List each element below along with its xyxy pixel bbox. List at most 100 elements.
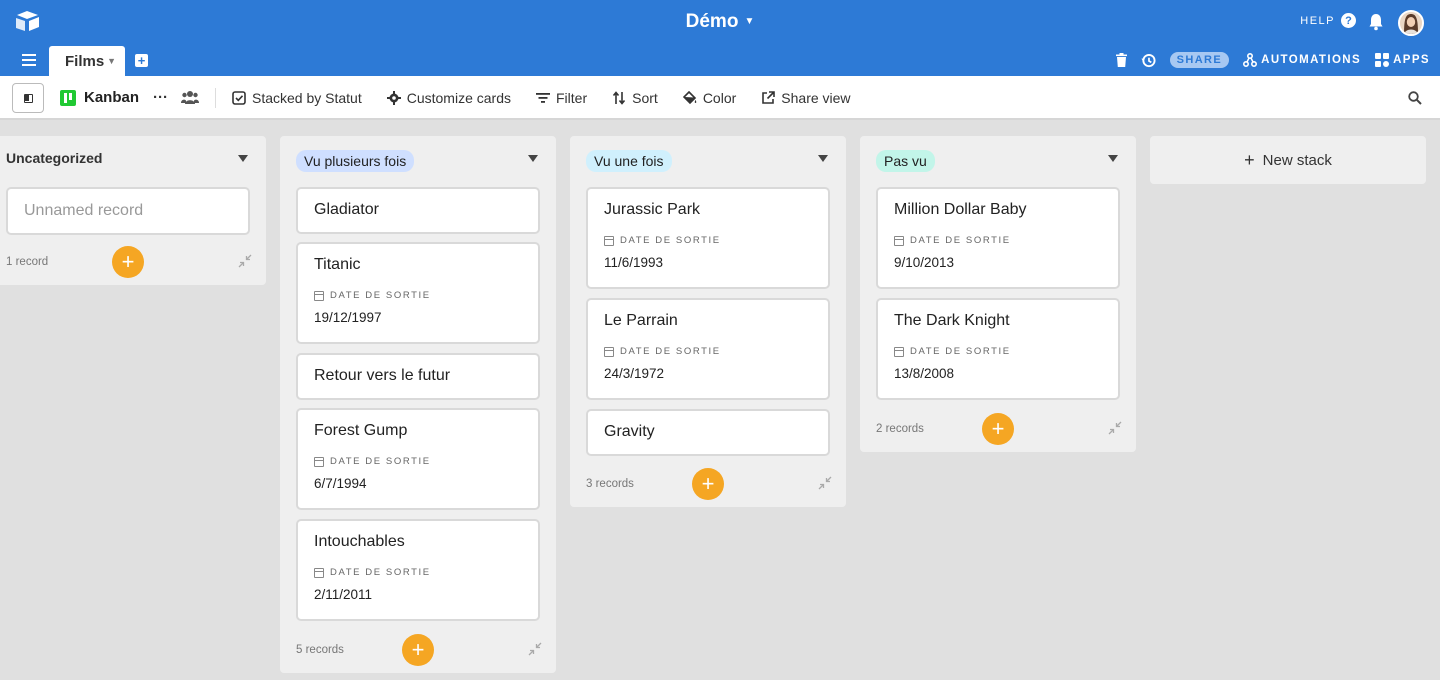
field-label-text: DATE DE SORTIE <box>910 235 1011 246</box>
filter-label: Filter <box>556 90 588 106</box>
question-icon: ? <box>1341 13 1356 28</box>
share-button[interactable]: SHARE <box>1169 52 1230 68</box>
field-value: 24/3/1972 <box>604 366 665 381</box>
add-record-button[interactable]: + <box>982 413 1014 445</box>
automations-button[interactable]: AUTOMATIONS <box>1243 53 1361 67</box>
record-card[interactable]: Forest Gump DATE DE SORTIE 6/7/1994 <box>296 408 540 510</box>
apps-button[interactable]: APPS <box>1375 53 1430 67</box>
chevron-down-icon[interactable] <box>1108 155 1118 162</box>
top-bar: Démo ▼ HELP ? Films ▼ + SHARE AUTOMATIONS <box>0 0 1440 76</box>
apps-label: APPS <box>1393 54 1430 66</box>
field-label: DATE DE SORTIE <box>314 290 431 301</box>
filter-button[interactable]: Filter <box>536 90 587 106</box>
stack-vu-plusieurs-fois: Vu plusieurs fois Gladiator Titanic DATE… <box>280 136 556 673</box>
calendar-icon <box>894 346 904 357</box>
card-title: Jurassic Park <box>604 201 701 218</box>
stack-uncategorized: Uncategorized Unnamed record 1 record + <box>0 136 266 285</box>
kanban-icon <box>60 89 76 106</box>
more-options-icon[interactable]: ··· <box>153 89 168 106</box>
sort-button[interactable]: Sort <box>612 90 658 106</box>
filter-icon <box>536 93 550 103</box>
stacked-by-label: Stacked by Statut <box>252 90 362 106</box>
field-value: 19/12/1997 <box>314 310 382 325</box>
collapse-icon[interactable] <box>818 476 832 490</box>
customize-cards-button[interactable]: Customize cards <box>386 90 511 106</box>
calendar-icon <box>604 346 614 357</box>
external-link-icon <box>762 91 776 104</box>
card-title: Le Parrain <box>604 312 678 329</box>
kanban-board: Uncategorized Unnamed record 1 record + … <box>0 122 1440 680</box>
color-button[interactable]: Color <box>682 90 737 106</box>
stack-status-pill: Vu plusieurs fois <box>296 150 415 172</box>
chevron-down-icon: ▼ <box>107 56 116 66</box>
record-card[interactable]: Gravity <box>586 409 830 456</box>
add-record-button[interactable]: + <box>692 468 724 500</box>
field-label: DATE DE SORTIE <box>314 456 431 467</box>
apps-icon <box>1375 53 1390 67</box>
chevron-down-icon: ▼ <box>744 16 755 28</box>
chevron-down-icon[interactable] <box>528 155 538 162</box>
record-card[interactable]: Intouchables DATE DE SORTIE 2/11/2011 <box>296 519 540 621</box>
record-card[interactable]: Le Parrain DATE DE SORTIE 24/3/1972 <box>586 298 830 400</box>
add-table-icon[interactable]: + <box>135 54 148 67</box>
stack-header: Vu plusieurs fois <box>280 136 556 184</box>
avatar[interactable] <box>1398 10 1424 36</box>
checkbox-icon <box>232 91 246 105</box>
collapse-icon[interactable] <box>1108 421 1122 435</box>
field-label: DATE DE SORTIE <box>604 235 721 246</box>
chevron-down-icon[interactable] <box>238 155 248 162</box>
field-label: DATE DE SORTIE <box>604 346 721 357</box>
record-count: 5 records <box>296 644 344 656</box>
field-value: 11/6/1993 <box>604 255 664 270</box>
collapse-icon[interactable] <box>528 642 542 656</box>
view-switcher[interactable]: Kanban <box>60 89 139 106</box>
field-label: DATE DE SORTIE <box>894 346 1011 357</box>
sidebar-toggle-button[interactable] <box>12 83 44 113</box>
bell-icon[interactable] <box>1368 13 1384 31</box>
automations-icon <box>1243 53 1258 67</box>
field-label: DATE DE SORTIE <box>894 235 1011 246</box>
chevron-down-icon[interactable] <box>818 155 828 162</box>
record-card[interactable]: The Dark Knight DATE DE SORTIE 13/8/2008 <box>876 298 1120 400</box>
tab-films[interactable]: Films ▼ <box>49 46 125 76</box>
record-card[interactable]: Retour vers le futur <box>296 353 540 400</box>
history-icon[interactable] <box>1141 53 1156 68</box>
record-card[interactable]: Titanic DATE DE SORTIE 19/12/1997 <box>296 242 540 344</box>
field-value: 6/7/1994 <box>314 476 367 491</box>
people-icon[interactable] <box>181 90 199 104</box>
automations-label: AUTOMATIONS <box>1261 54 1362 66</box>
collapse-icon[interactable] <box>238 254 252 268</box>
card-title: Forest Gump <box>314 422 408 439</box>
add-record-button[interactable]: + <box>112 246 144 278</box>
calendar-icon <box>894 235 904 246</box>
stack-status-pill: Pas vu <box>876 150 935 172</box>
card-title: The Dark Knight <box>894 312 1010 329</box>
stack-header: Vu une fois <box>570 136 846 184</box>
field-label-text: DATE DE SORTIE <box>620 235 721 246</box>
unnamed-record-card[interactable]: Unnamed record <box>6 187 250 235</box>
tab-films-label: Films <box>65 53 105 70</box>
view-bar: Kanban ··· Stacked by Statut Customize c… <box>0 76 1440 120</box>
field-value: 2/11/2011 <box>314 587 373 602</box>
record-count: 2 records <box>876 423 924 435</box>
share-view-button[interactable]: Share view <box>761 90 851 106</box>
hamburger-menu-icon[interactable] <box>22 54 36 66</box>
stack-footer: 5 records + <box>280 630 556 670</box>
record-card[interactable]: Jurassic Park DATE DE SORTIE 11/6/1993 <box>586 187 830 289</box>
base-title[interactable]: Démo ▼ <box>0 11 1440 33</box>
help-button[interactable]: HELP ? <box>1300 13 1356 28</box>
card-title: Intouchables <box>314 533 405 550</box>
trash-icon[interactable] <box>1115 53 1127 67</box>
color-label: Color <box>702 90 737 106</box>
record-card[interactable]: Gladiator <box>296 187 540 234</box>
field-label-text: DATE DE SORTIE <box>620 346 721 357</box>
search-icon[interactable] <box>1408 91 1422 105</box>
stacked-by-button[interactable]: Stacked by Statut <box>232 90 362 106</box>
add-record-button[interactable]: + <box>402 634 434 666</box>
field-label-text: DATE DE SORTIE <box>330 456 431 467</box>
record-card[interactable]: Million Dollar Baby DATE DE SORTIE 9/10/… <box>876 187 1120 289</box>
stack-pas-vu: Pas vu Million Dollar Baby DATE DE SORTI… <box>860 136 1136 452</box>
record-count: 3 records <box>586 478 634 490</box>
new-stack-button[interactable]: + New stack <box>1150 136 1426 184</box>
calendar-icon <box>314 456 324 467</box>
